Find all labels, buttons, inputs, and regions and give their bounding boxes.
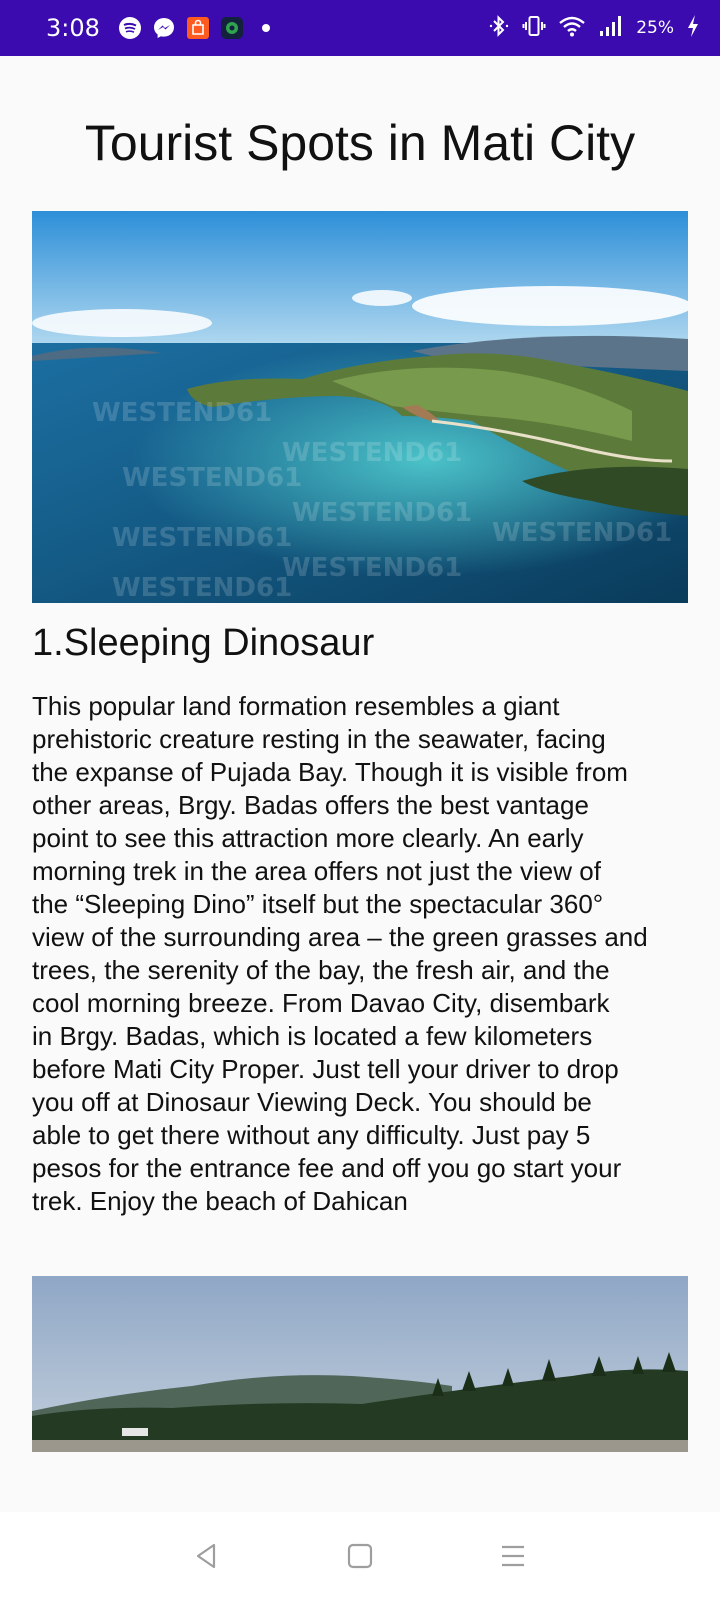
svg-text:WESTEND61: WESTEND61: [112, 523, 292, 553]
vibrate-icon: [522, 14, 546, 43]
svg-text:WESTEND61: WESTEND61: [122, 463, 302, 493]
battery-percent: 25%: [636, 18, 674, 38]
home-icon[interactable]: [336, 1532, 384, 1580]
spot-description: This popular land formation resembles a …: [32, 691, 648, 1216]
svg-text:WESTEND61: WESTEND61: [292, 498, 472, 528]
messenger-icon: [152, 16, 176, 40]
aerial-island-bay-photo: WESTEND61 WESTEND61 WESTEND61 WESTEND61 …: [32, 211, 688, 603]
svg-text:WESTEND61: WESTEND61: [282, 553, 462, 583]
app-icon: [220, 16, 244, 40]
page-title: Tourist Spots in Mati City: [84, 115, 636, 171]
charging-icon: [686, 14, 700, 43]
spot-title: 1.Sleeping Dinosaur: [32, 622, 375, 664]
dot-icon: [254, 16, 278, 40]
wifi-icon: [558, 14, 586, 43]
svg-text:WESTEND61: WESTEND61: [92, 398, 272, 428]
spotify-icon: [118, 16, 142, 40]
svg-text:WESTEND61: WESTEND61: [112, 573, 292, 603]
notification-icons: [118, 16, 278, 40]
status-time: 3:08: [46, 14, 100, 42]
signal-icon: [598, 14, 624, 43]
svg-text:WESTEND61: WESTEND61: [282, 438, 462, 468]
back-icon[interactable]: [183, 1532, 231, 1580]
menu-icon[interactable]: [489, 1532, 537, 1580]
shopping-bag-icon: [186, 16, 210, 40]
status-bar: 3:08 25%: [0, 0, 720, 56]
bluetooth-icon: [488, 14, 510, 43]
system-status: 25%: [488, 14, 700, 43]
scroll-content[interactable]: Tourist Spots in Mati City WESTEND61 WES…: [0, 56, 720, 1512]
navigation-bar: [0, 1512, 720, 1600]
beach-coconut-trees-photo: [32, 1276, 688, 1452]
svg-text:WESTEND61: WESTEND61: [492, 518, 672, 548]
